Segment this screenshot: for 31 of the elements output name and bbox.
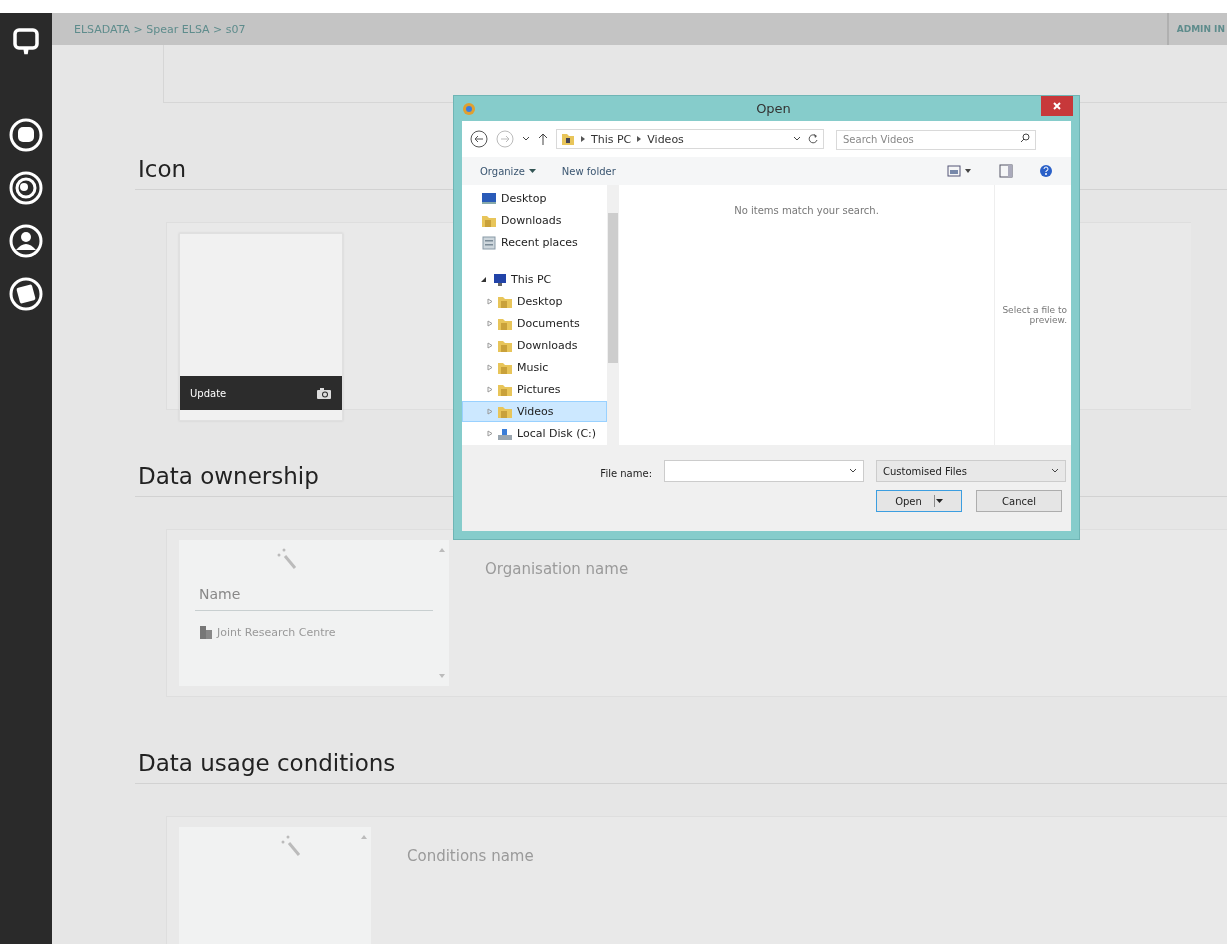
list-header: Name: [195, 578, 433, 611]
folder-tree-item[interactable]: Music: [462, 357, 607, 378]
file-type-select[interactable]: Customised Files: [876, 460, 1066, 482]
folder-tree-item[interactable]: Recent places: [462, 232, 607, 253]
file-name-label: File name:: [600, 467, 652, 479]
section-heading: Icon: [138, 155, 187, 184]
field-label: Organisation name: [485, 560, 629, 580]
folder-tree-item[interactable]: Local Disk (C:): [462, 423, 607, 444]
folder-tree-item[interactable]: Desktop: [462, 188, 607, 209]
address-bar[interactable]: This PC Videos: [556, 129, 824, 149]
search-field[interactable]: Search Videos: [836, 129, 1036, 150]
section-heading: Data ownership: [138, 462, 319, 491]
open-button[interactable]: Open: [876, 490, 962, 512]
path-segment[interactable]: Videos: [647, 132, 684, 146]
update-button[interactable]: Update: [180, 376, 342, 410]
section-heading: Data usage conditions: [138, 749, 396, 778]
toolbar-button[interactable]: Organize: [480, 165, 536, 177]
folder-tree-item[interactable]: Pictures: [462, 379, 607, 400]
folder-tree-item[interactable]: Videos: [462, 401, 607, 422]
dialog-title: Open: [756, 101, 791, 116]
field-label: Conditions name: [407, 847, 534, 867]
folder-tree-item[interactable]: This PC: [462, 269, 607, 290]
folder-tree-item[interactable]: Documents: [462, 313, 607, 334]
empty-message: No items match your search.: [734, 205, 879, 218]
path-segment[interactable]: This PC: [591, 132, 632, 146]
folder-tree-item[interactable]: Downloads: [462, 210, 607, 231]
folder-tree-item[interactable]: Desktop: [462, 291, 607, 312]
preview-message: Select a file to preview.: [1001, 305, 1067, 325]
folder-tree-item[interactable]: Downloads: [462, 335, 607, 356]
cancel-button[interactable]: Cancel: [976, 490, 1062, 512]
toolbar-button[interactable]: New folder: [561, 165, 616, 177]
